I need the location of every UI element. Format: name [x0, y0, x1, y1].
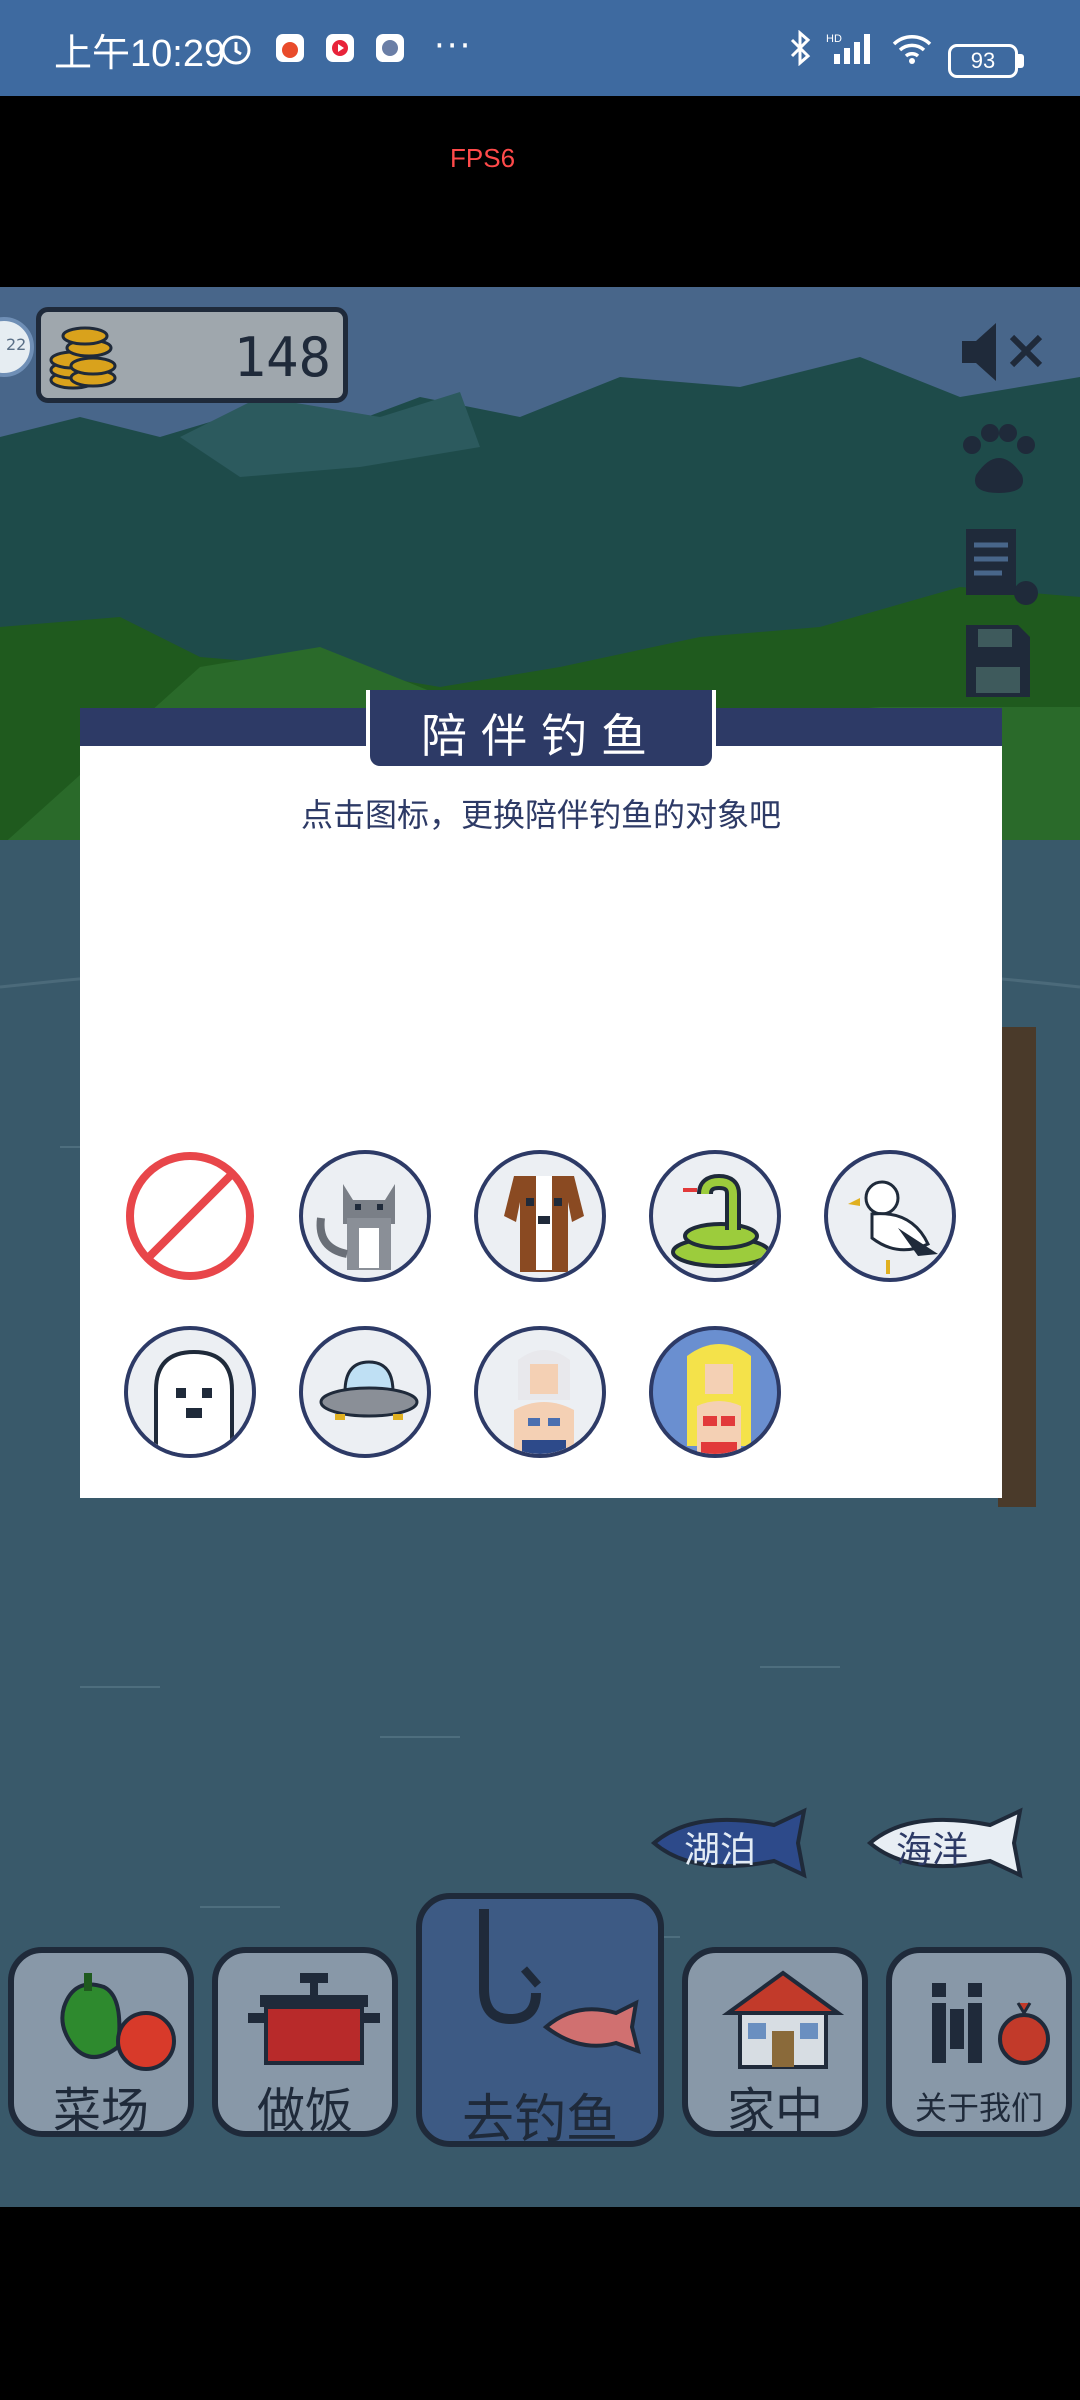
- nav-cook-button[interactable]: 做饭: [212, 1947, 398, 2139]
- dialog-subtitle: 点击图标，更换陪伴钓鱼的对象吧: [300, 796, 781, 834]
- vegetables-icon: [60, 1973, 176, 2071]
- dialog-title: 陪伴钓鱼: [421, 709, 661, 763]
- companion-cat[interactable]: [299, 1150, 431, 1282]
- companion-white-hair-mermaid[interactable]: [474, 1326, 606, 1458]
- wifi-icon: [892, 35, 932, 64]
- battery-icon: 93: [948, 44, 1018, 78]
- companion-seagull[interactable]: [824, 1150, 956, 1282]
- battery-level: 93: [970, 48, 996, 73]
- svg-text:HD: HD: [826, 33, 842, 45]
- coin-counter: 148: [36, 307, 348, 403]
- companion-ghost[interactable]: [124, 1326, 256, 1458]
- mute-icon[interactable]: [958, 317, 1048, 387]
- fishing-hook-icon: [479, 1909, 641, 2055]
- companion-none[interactable]: [124, 1150, 256, 1282]
- app-notification-icon: [276, 34, 304, 62]
- alarm-icon: [221, 35, 251, 65]
- status-bar: 上午10:29 ··· HD 93: [0, 0, 1080, 96]
- more-notifications: ···: [434, 26, 473, 66]
- no-companion-icon: [126, 1152, 254, 1280]
- companion-blonde-mermaid[interactable]: [649, 1326, 781, 1458]
- companion-dog[interactable]: [474, 1150, 606, 1282]
- battery-tip: [1018, 54, 1024, 68]
- nav-fishing-label: 去钓鱼: [461, 2090, 618, 2150]
- nav-about-label: 关于我们: [914, 2089, 1043, 2127]
- video-app-icon: [326, 34, 354, 62]
- status-time: 上午10:29: [54, 33, 226, 75]
- lake-button[interactable]: 湖泊: [648, 1807, 838, 1879]
- cooking-pot-icon: [248, 1973, 380, 2065]
- nav-home-label: 家中: [726, 2083, 823, 2139]
- nav-home-button[interactable]: 家中: [682, 1947, 868, 2139]
- companion-snake[interactable]: [649, 1150, 781, 1282]
- signal-icon: HD: [826, 33, 870, 64]
- ocean-label: 海洋: [896, 1830, 969, 1871]
- bluetooth-icon: [790, 30, 811, 66]
- ocean-button[interactable]: 海洋: [864, 1807, 1054, 1879]
- nav-cook-label: 做饭: [256, 2083, 353, 2139]
- coin-stack-icon: [49, 326, 117, 390]
- save-icon[interactable]: [962, 621, 1034, 701]
- lake-label: 湖泊: [684, 1830, 757, 1871]
- nav-farm-button[interactable]: 菜场: [8, 1947, 194, 2139]
- about-logo-icon: [932, 1983, 1050, 2065]
- companion-ufo[interactable]: [299, 1326, 431, 1458]
- house-icon: [721, 1970, 845, 2069]
- screen-bottom-bar: [0, 2207, 1080, 2400]
- fps-counter: FPS6: [450, 143, 516, 173]
- coin-count: 148: [233, 326, 331, 389]
- nav-about-button[interactable]: 关于我们: [886, 1947, 1072, 2137]
- paw-icon[interactable]: [954, 423, 1044, 503]
- nav-fishing-button[interactable]: 去钓鱼: [416, 1893, 664, 2150]
- chat-app-icon: [376, 34, 404, 62]
- notes-icon[interactable]: [962, 523, 1042, 613]
- nav-farm-label: 菜场: [52, 2083, 149, 2139]
